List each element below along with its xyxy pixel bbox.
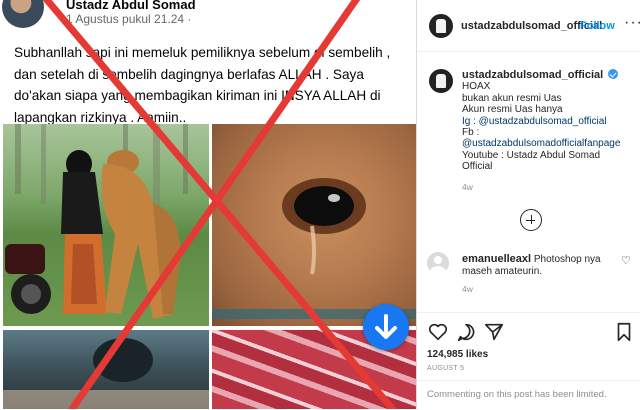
bookmark-icon[interactable] <box>613 321 635 343</box>
likes-count[interactable]: 124,985 likes <box>427 349 488 360</box>
post-header: ustadzabdulsomad_official Follow ··· <box>417 0 640 52</box>
caption-time[interactable]: 4w <box>462 182 637 193</box>
caption-line: HOAX <box>462 81 491 93</box>
comment-avatar[interactable] <box>427 252 449 274</box>
plus-circle-icon[interactable] <box>520 209 542 231</box>
caption-username[interactable]: ustadzabdulsomad_official <box>462 69 603 81</box>
share-icon[interactable] <box>483 321 505 343</box>
comments-limited-notice: Commenting on this post has been limited… <box>417 380 640 410</box>
scroll-down-button[interactable] <box>363 304 409 350</box>
post-caption: ustadzabdulsomad_official HOAX bukan aku… <box>462 69 637 193</box>
author-avatar[interactable] <box>429 14 453 38</box>
comment-icon[interactable] <box>455 321 477 343</box>
caption-line: Youtube : Ustadz Abdul Somad <box>462 149 601 161</box>
caption-avatar[interactable] <box>429 69 453 93</box>
comment-time[interactable]: 4w <box>462 284 473 294</box>
instagram-panel: ustadzabdulsomad_official Follow ··· ust… <box>416 0 640 409</box>
hoax-x-stroke-2 <box>67 0 361 409</box>
facebook-post-card: Ustadz Abdul Somad 1 Agustus pukul 21.24… <box>0 0 416 409</box>
caption-line-fb-link[interactable]: @ustadzabdulsomadofficialfanpage <box>462 138 637 149</box>
caption-line: Fb : <box>462 127 480 139</box>
like-heart-icon[interactable] <box>427 321 449 343</box>
caption-line: bukan akun resmi Uas <box>462 92 562 104</box>
comment-username[interactable]: emanuelleaxl <box>462 253 531 265</box>
verified-badge-icon <box>607 69 618 79</box>
arrow-down-icon <box>375 314 397 339</box>
caption-line-ig-link[interactable]: Ig : @ustadzabdulsomad_official <box>462 116 637 127</box>
heart-icon[interactable]: ♡ <box>621 254 631 267</box>
comment: emanuelleaxl Photoshop nya maseh amateur… <box>462 253 622 278</box>
hoax-x-stroke-1 <box>42 0 398 409</box>
caption-line: Akun resmi Uas hanya <box>462 104 563 116</box>
follow-button[interactable]: Follow <box>580 20 615 32</box>
post-date: AUGUST 5 <box>427 365 465 372</box>
caption-line: Official <box>462 161 493 173</box>
post-image: Ustadz Abdul Somad 1 Agustus pukul 21.24… <box>0 0 416 409</box>
post-actions: 124,985 likes AUGUST 5 Commenting on thi… <box>417 312 640 409</box>
hoax-x-mark <box>42 0 398 409</box>
more-options-icon[interactable]: ··· <box>624 14 640 32</box>
